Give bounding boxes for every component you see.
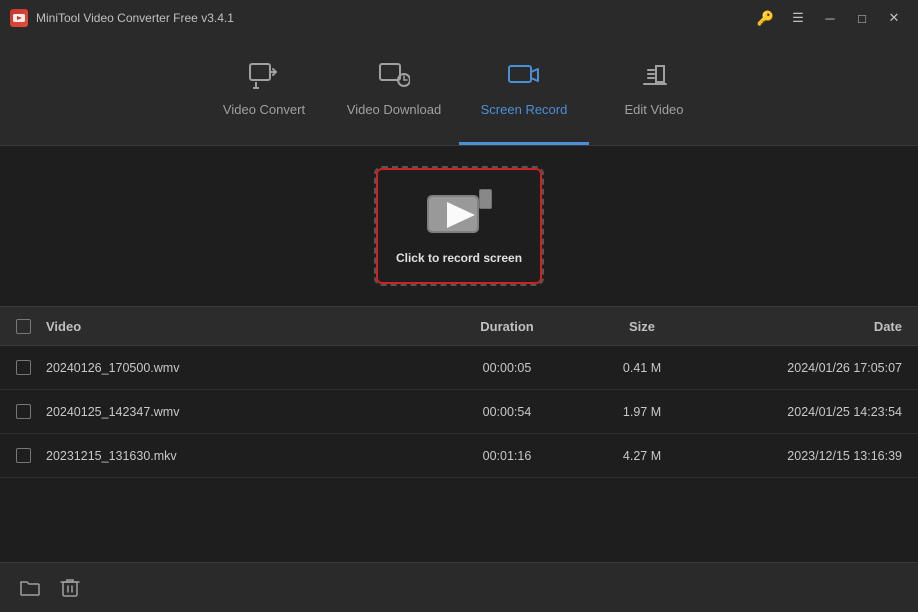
delete-button[interactable]: [56, 574, 84, 602]
camera-svg: [423, 187, 495, 241]
header-date: Date: [702, 319, 902, 334]
row-2-name: 20240125_142347.wmv: [46, 405, 432, 419]
row-1-check: [16, 360, 46, 375]
header-check: [16, 319, 46, 334]
record-area: Click to record screen: [0, 166, 918, 286]
title-bar-controls: 🔑 ☰ ─ □ ✕: [757, 7, 908, 29]
tab-edit-label: Edit Video: [624, 102, 683, 117]
table-row[interactable]: 20240125_142347.wmv 00:00:54 1.97 M 2024…: [0, 390, 918, 434]
maximize-button[interactable]: □: [848, 7, 876, 29]
app-logo: [10, 9, 28, 27]
row-3-checkbox[interactable]: [16, 448, 31, 463]
row-1-date: 2024/01/26 17:05:07: [702, 361, 902, 375]
row-1-size: 0.41 M: [582, 361, 702, 375]
nav-bar: Video Convert Video Download Screen Reco…: [0, 36, 918, 146]
row-3-date: 2023/12/15 13:16:39: [702, 449, 902, 463]
row-1-name: 20240126_170500.wmv: [46, 361, 432, 375]
convert-icon: [248, 62, 280, 94]
header-video: Video: [46, 319, 432, 334]
camera-icon: [423, 187, 495, 241]
minimize-button[interactable]: ─: [816, 7, 844, 29]
row-1-checkbox[interactable]: [16, 360, 31, 375]
row-2-date: 2024/01/25 14:23:54: [702, 405, 902, 419]
header-size: Size: [582, 319, 702, 334]
row-2-check: [16, 404, 46, 419]
table-header: Video Duration Size Date: [0, 306, 918, 346]
tab-record-label: Screen Record: [481, 102, 568, 117]
tab-screen-record[interactable]: Screen Record: [459, 36, 589, 145]
bottom-bar: [0, 562, 918, 612]
tab-video-download[interactable]: Video Download: [329, 36, 459, 145]
select-all-checkbox[interactable]: [16, 319, 31, 334]
row-3-check: [16, 448, 46, 463]
tab-edit-video[interactable]: Edit Video: [589, 36, 719, 145]
row-2-size: 1.97 M: [582, 405, 702, 419]
title-bar: MiniTool Video Converter Free v3.4.1 🔑 ☰…: [0, 0, 918, 36]
file-table: Video Duration Size Date 20240126_170500…: [0, 306, 918, 478]
tab-download-label: Video Download: [347, 102, 441, 117]
menu-button[interactable]: ☰: [784, 7, 812, 29]
record-icon: [508, 62, 540, 94]
record-button-label: Click to record screen: [396, 251, 522, 265]
download-icon: [378, 62, 410, 94]
open-folder-button[interactable]: [16, 574, 44, 602]
key-icon: 🔑: [757, 10, 774, 27]
main-content: Click to record screen Video Duration Si…: [0, 146, 918, 562]
record-button[interactable]: Click to record screen: [374, 166, 544, 286]
header-duration: Duration: [432, 319, 582, 334]
app-title: MiniTool Video Converter Free v3.4.1: [36, 11, 234, 25]
trash-icon: [60, 577, 80, 599]
edit-icon: [638, 62, 670, 94]
tab-video-convert[interactable]: Video Convert: [199, 36, 329, 145]
table-row[interactable]: 20240126_170500.wmv 00:00:05 0.41 M 2024…: [0, 346, 918, 390]
folder-icon: [19, 577, 41, 599]
row-2-duration: 00:00:54: [432, 405, 582, 419]
row-1-duration: 00:00:05: [432, 361, 582, 375]
close-button[interactable]: ✕: [880, 7, 908, 29]
title-bar-left: MiniTool Video Converter Free v3.4.1: [10, 9, 234, 27]
row-3-size: 4.27 M: [582, 449, 702, 463]
table-row[interactable]: 20231215_131630.mkv 00:01:16 4.27 M 2023…: [0, 434, 918, 478]
tab-convert-label: Video Convert: [223, 102, 305, 117]
row-3-name: 20231215_131630.mkv: [46, 449, 432, 463]
row-3-duration: 00:01:16: [432, 449, 582, 463]
row-2-checkbox[interactable]: [16, 404, 31, 419]
